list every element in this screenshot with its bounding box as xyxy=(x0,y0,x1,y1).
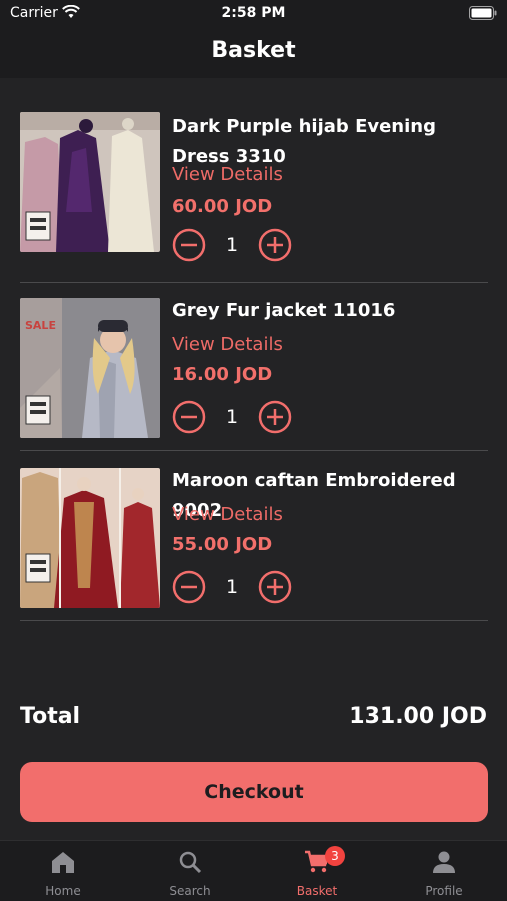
sale-tag: SALE xyxy=(25,319,56,332)
basket-item: SALE Grey Fur jacket 11016 View Details … xyxy=(20,296,488,451)
checkout-button[interactable]: Checkout xyxy=(20,762,488,822)
total-value: 131.00 JOD xyxy=(349,704,487,729)
tab-label: Search xyxy=(169,884,211,898)
tab-label: Profile xyxy=(425,884,463,898)
quantity-value: 1 xyxy=(225,406,239,428)
increment-button[interactable] xyxy=(258,570,292,604)
item-title: Grey Fur jacket 11016 xyxy=(172,300,396,321)
status-time: 2:58 PM xyxy=(221,5,286,21)
product-image[interactable] xyxy=(20,468,160,608)
total-label: Total xyxy=(20,704,81,729)
quantity-value: 1 xyxy=(225,576,239,598)
decrement-button[interactable] xyxy=(172,400,206,434)
product-image[interactable]: SALE xyxy=(20,298,160,438)
tab-basket[interactable]: 3 Basket xyxy=(254,841,380,901)
item-price: 60.00 JOD xyxy=(172,196,273,217)
basket-item: Dark Purple hijab Evening Dress 3310 Vie… xyxy=(20,112,488,283)
cart-count-badge: 3 xyxy=(325,846,345,866)
product-image[interactable] xyxy=(20,112,160,252)
page-title: Basket xyxy=(211,38,296,63)
decrement-button[interactable] xyxy=(172,570,206,604)
nav-bar: Basket xyxy=(0,28,507,78)
view-details-link[interactable]: View Details xyxy=(172,164,283,185)
profile-icon xyxy=(433,851,455,873)
status-bar: Carrier 2:58 PM xyxy=(0,0,507,28)
item-price: 16.00 JOD xyxy=(172,364,273,385)
increment-button[interactable] xyxy=(258,400,292,434)
item-title: Dark Purple hijab Evening Dress 3310 xyxy=(172,116,436,167)
tab-label: Home xyxy=(45,884,81,898)
increment-button[interactable] xyxy=(258,228,292,262)
tab-search[interactable]: Search xyxy=(127,841,253,901)
quantity-stepper: 1 xyxy=(172,400,302,436)
tab-label: Basket xyxy=(296,884,338,898)
home-icon xyxy=(52,852,74,873)
tab-home[interactable]: Home xyxy=(0,841,126,901)
tab-bar: Home Search 3 Basket Profile xyxy=(0,840,507,901)
quantity-stepper: 1 xyxy=(172,570,302,606)
battery-icon xyxy=(469,6,497,20)
quantity-stepper: 1 xyxy=(172,228,302,264)
view-details-link[interactable]: View Details xyxy=(172,504,283,525)
tab-profile[interactable]: Profile xyxy=(381,841,507,901)
quantity-value: 1 xyxy=(225,234,239,256)
search-icon xyxy=(179,851,202,874)
view-details-link[interactable]: View Details xyxy=(172,334,283,355)
decrement-button[interactable] xyxy=(172,228,206,262)
basket-item: Maroon caftan Embroidered 9002 View Deta… xyxy=(20,466,488,621)
item-price: 55.00 JOD xyxy=(172,534,273,555)
